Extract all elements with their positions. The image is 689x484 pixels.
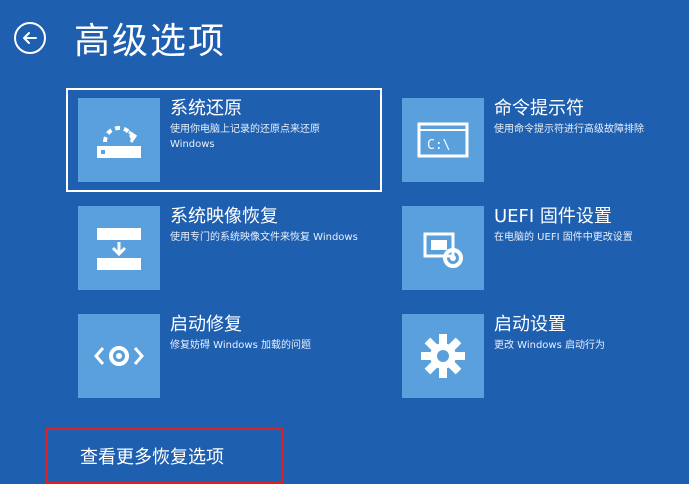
startup-settings-desc: 更改 Windows 启动行为 bbox=[494, 340, 605, 351]
system-restore-title: 系统还原 bbox=[170, 98, 242, 119]
system-restore-icon bbox=[78, 98, 160, 182]
more-recovery-options-label: 查看更多恢复选项 bbox=[80, 447, 224, 468]
uefi-firmware-tile[interactable]: UEFI 固件设置 在电脑的 UEFI 固件中更改设置 bbox=[392, 198, 689, 298]
startup-repair-icon bbox=[78, 314, 160, 398]
command-prompt-tile[interactable]: C:\ 命令提示符 使用命令提示符进行高级故障排除 bbox=[392, 90, 689, 190]
back-button[interactable] bbox=[14, 22, 46, 54]
page-title: 高级选项 bbox=[74, 21, 227, 62]
startup-repair-title: 启动修复 bbox=[170, 314, 242, 335]
command-prompt-icon: C:\ bbox=[402, 98, 484, 182]
uefi-firmware-icon bbox=[402, 206, 484, 290]
startup-settings-icon bbox=[402, 314, 484, 398]
back-arrow-icon bbox=[23, 32, 37, 44]
startup-repair-tile[interactable]: 启动修复 修复妨碍 Windows 加载的问题 bbox=[68, 306, 368, 406]
system-restore-tile[interactable]: 系统还原 使用你电脑上记录的还原点来还原 Windows bbox=[66, 88, 382, 192]
system-image-title: 系统映像恢复 bbox=[170, 206, 278, 227]
system-image-tile[interactable]: 系统映像恢复 使用专门的系统映像文件来恢复 Windows bbox=[68, 198, 368, 298]
more-recovery-options-link[interactable]: 查看更多恢复选项 bbox=[46, 428, 284, 484]
uefi-firmware-desc: 在电脑的 UEFI 固件中更改设置 bbox=[494, 232, 633, 243]
system-image-icon bbox=[78, 206, 160, 290]
command-prompt-desc: 使用命令提示符进行高级故障排除 bbox=[494, 124, 644, 135]
svg-text:C:\: C:\ bbox=[427, 138, 450, 153]
command-prompt-title: 命令提示符 bbox=[494, 98, 584, 119]
uefi-firmware-title: UEFI 固件设置 bbox=[494, 206, 612, 227]
system-image-desc: 使用专门的系统映像文件来恢复 Windows bbox=[170, 232, 358, 243]
startup-repair-desc: 修复妨碍 Windows 加载的问题 bbox=[170, 340, 311, 351]
system-restore-desc: 使用你电脑上记录的还原点来还原 Windows bbox=[170, 124, 320, 150]
startup-settings-title: 启动设置 bbox=[494, 314, 566, 335]
startup-settings-tile[interactable]: 启动设置 更改 Windows 启动行为 bbox=[392, 306, 689, 406]
